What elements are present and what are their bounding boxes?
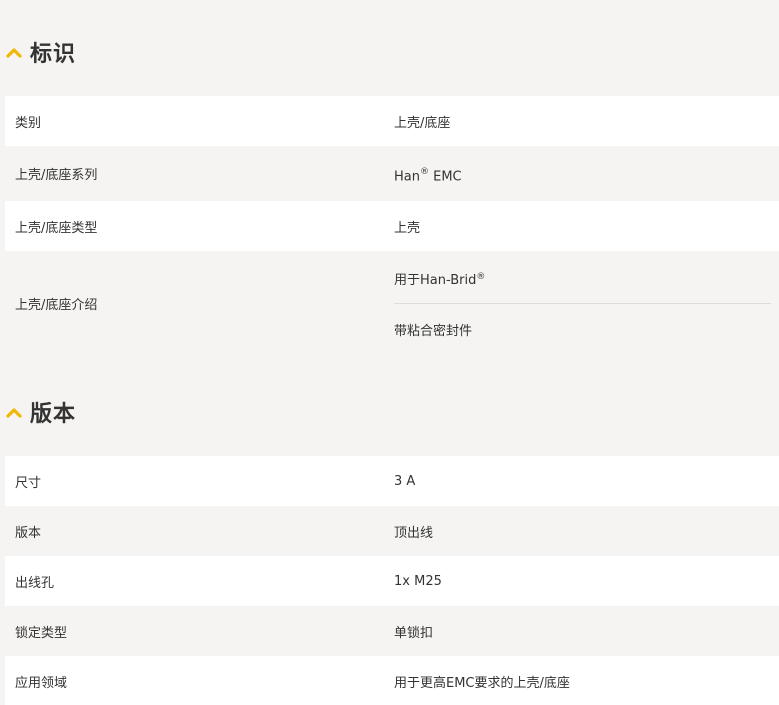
row-value: 1x M25 <box>394 573 442 589</box>
spec-table-identification: 类别 上壳/底座 上壳/底座系列 Han® EMC 上壳/底座类型 上壳 上壳/… <box>5 96 779 356</box>
value-suffix: EMC <box>428 169 462 185</box>
section-title: 标识 <box>30 42 77 67</box>
registered-mark: ® <box>419 167 429 178</box>
table-row: 尺寸 3 A <box>5 456 779 506</box>
row-value: 3 A <box>394 473 416 489</box>
chevron-up-icon[interactable] <box>6 406 22 418</box>
section-header-version[interactable]: 版本 <box>0 396 779 428</box>
table-row: 上壳/底座类型 上壳 <box>5 201 779 251</box>
section-header-identification[interactable]: 标识 <box>0 36 779 68</box>
table-row: 应用领域 用于更高EMC要求的上壳/底座 <box>5 656 779 705</box>
chevron-up-icon[interactable] <box>6 46 22 58</box>
row-value: 用于更高EMC要求的上壳/底座 <box>394 675 570 691</box>
section-title: 版本 <box>30 402 77 427</box>
registered-mark: ® <box>476 272 486 282</box>
table-row: 出线孔 1x M25 <box>5 556 779 606</box>
list-item: 用于Han-Brid ® <box>394 253 771 303</box>
row-label: 出线孔 <box>15 575 55 591</box>
row-value: Han® EMC <box>394 162 779 184</box>
row-label: 上壳/底座系列 <box>15 168 98 183</box>
value-text: Han <box>394 169 420 185</box>
row-label: 锁定类型 <box>15 625 68 641</box>
row-value: 单锁扣 <box>394 625 434 641</box>
value-text: 用于Han-Brid <box>394 272 477 288</box>
row-label: 尺寸 <box>15 475 42 491</box>
table-row: 上壳/底座系列 Han® EMC <box>5 146 779 201</box>
list-item: 带粘合密封件 <box>394 304 771 354</box>
row-value: 上壳/底座 <box>394 115 451 131</box>
value-text: 带粘合密封件 <box>394 323 473 339</box>
row-value: 上壳 <box>394 220 421 236</box>
row-value: 顶出线 <box>394 525 434 541</box>
row-label: 上壳/底座类型 <box>15 220 98 236</box>
row-label: 版本 <box>15 525 42 541</box>
table-row: 版本 顶出线 <box>5 506 779 556</box>
row-label: 类别 <box>15 115 42 131</box>
product-spec-page: 标识 类别 上壳/底座 上壳/底座系列 Han® EMC 上壳/底座类型 上壳 … <box>0 0 779 705</box>
table-row: 上壳/底座介绍 用于Han-Brid ® 带粘合密封件 <box>5 251 779 356</box>
table-row: 锁定类型 单锁扣 <box>5 606 779 656</box>
row-label: 应用领域 <box>15 675 68 691</box>
spec-table-version: 尺寸 3 A 版本 顶出线 出线孔 1x M25 锁定类型 单锁扣 应用领域 用… <box>5 456 779 705</box>
row-label: 上壳/底座介绍 <box>15 298 98 313</box>
table-row: 类别 上壳/底座 <box>5 96 779 146</box>
row-value-list: 用于Han-Brid ® 带粘合密封件 <box>394 253 779 354</box>
